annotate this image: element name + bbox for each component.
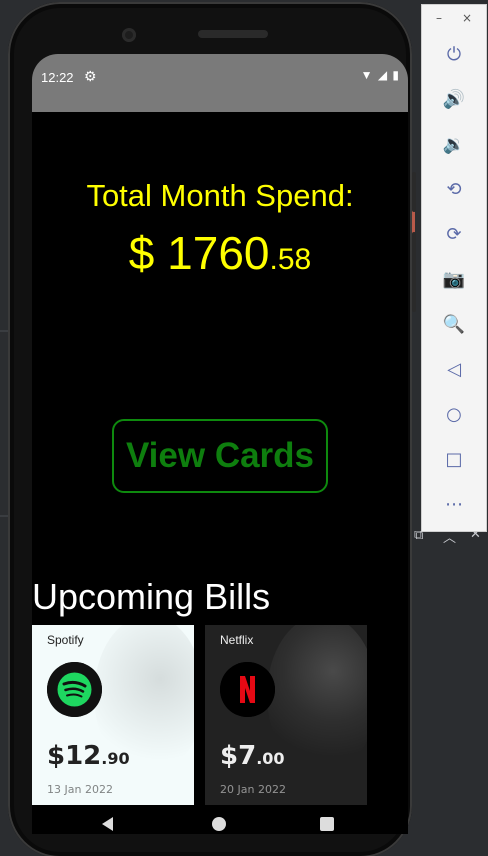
bill-card-spotify[interactable]: Spotify $12.90 13 Jan 2022: [32, 625, 194, 805]
close-button[interactable]: ×: [462, 11, 472, 25]
overview-icon[interactable]: □: [440, 446, 468, 474]
volume-down-icon[interactable]: 🔉: [440, 131, 468, 159]
navigation-bar: [32, 805, 408, 834]
spotify-logo-icon: [47, 662, 102, 717]
amount-cents: .58: [269, 243, 312, 276]
status-icons: ▼ ◢ ▮: [361, 68, 400, 82]
settings-gear-icon: ⚙: [84, 68, 97, 84]
bill-name: Netflix: [220, 633, 254, 647]
netflix-logo-icon: [220, 662, 275, 717]
amount-whole: 1760: [167, 227, 270, 279]
back-icon[interactable]: ◁: [440, 356, 468, 384]
back-nav-icon[interactable]: [102, 817, 113, 831]
bill-amount: $7.00: [220, 741, 285, 771]
recents-nav-icon[interactable]: [320, 817, 334, 831]
status-bar: 12:22 ⚙ ▼ ◢ ▮: [32, 54, 408, 112]
minimize-button[interactable]: –: [436, 11, 442, 25]
zoom-icon[interactable]: 🔍: [440, 311, 468, 339]
bill-amount-cents: .90: [101, 749, 130, 768]
bill-card-netflix[interactable]: Netflix $7.00 20 Jan 2022: [205, 625, 367, 805]
app-screen: 12:22 ⚙ ▼ ◢ ▮ Total Month Spend: $ 1760.…: [32, 54, 408, 834]
battery-icon: ▮: [392, 68, 400, 82]
total-spend-amount: $ 1760.58: [32, 226, 408, 280]
bill-amount-whole: $12: [47, 741, 102, 771]
more-icon[interactable]: ⋯: [440, 491, 468, 519]
home-icon[interactable]: ○: [440, 401, 468, 429]
emulator-window: ⧉ ︿ ✕ 12:22 ⚙ ▼ ◢ ▮ Total Month Spend: $…: [0, 0, 488, 856]
side-button: [412, 232, 416, 312]
emulator-controls-panel: – × ⏻ 🔊 🔉 ⟲ ⟳ 📷 🔍 ◁ ○ □ ⋯: [421, 4, 487, 532]
power-icon[interactable]: ⏻: [440, 41, 468, 69]
signal-icon: ◢: [377, 68, 389, 82]
front-camera: [122, 28, 136, 42]
bill-date: 20 Jan 2022: [220, 783, 286, 796]
currency-symbol: $: [128, 227, 155, 279]
rotate-right-icon[interactable]: ⟳: [440, 221, 468, 249]
rotate-left-icon[interactable]: ⟲: [440, 176, 468, 204]
status-time: 12:22: [41, 70, 74, 85]
home-nav-icon[interactable]: [212, 817, 226, 831]
bill-amount-cents: .00: [256, 749, 285, 768]
view-cards-button[interactable]: View Cards: [112, 419, 328, 493]
side-button: [412, 172, 416, 212]
bill-amount: $12.90: [47, 741, 130, 771]
total-spend-label: Total Month Spend:: [86, 178, 354, 213]
bill-name: Spotify: [47, 633, 84, 647]
camera-icon[interactable]: 📷: [440, 266, 468, 294]
upcoming-bills-heading: Upcoming Bills: [32, 576, 271, 617]
bill-date: 13 Jan 2022: [47, 783, 113, 796]
wifi-icon: ▼: [360, 68, 374, 82]
phone-frame: 12:22 ⚙ ▼ ◢ ▮ Total Month Spend: $ 1760.…: [8, 2, 416, 856]
earpiece-speaker: [198, 30, 268, 38]
volume-up-icon[interactable]: 🔊: [440, 86, 468, 114]
bill-amount-whole: $7: [220, 741, 257, 771]
